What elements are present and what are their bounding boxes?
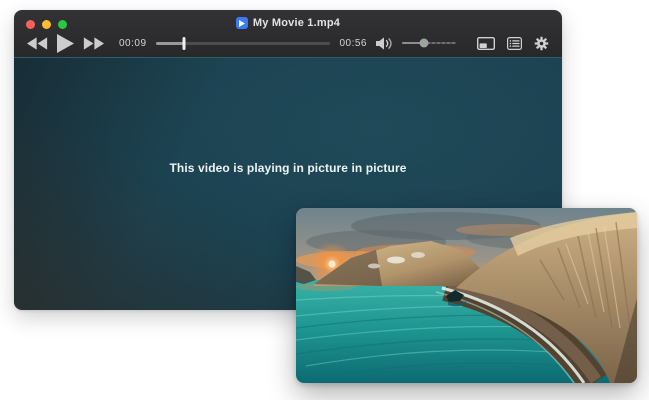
- volume-knob[interactable]: [419, 39, 428, 48]
- gear-icon: [534, 36, 549, 51]
- desktop-background: My Movie 1.mp4 00:09: [0, 0, 649, 400]
- volume-button[interactable]: [376, 37, 395, 50]
- zoom-button[interactable]: [58, 20, 67, 29]
- fast-forward-button[interactable]: [83, 37, 104, 50]
- playlist-icon: [507, 37, 522, 50]
- play-icon: [57, 34, 74, 53]
- pip-window[interactable]: [296, 208, 637, 383]
- pip-status-message: This video is playing in picture in pict…: [14, 161, 562, 175]
- playhead[interactable]: [182, 37, 185, 50]
- close-button[interactable]: [26, 20, 35, 29]
- pip-icon: [477, 37, 495, 50]
- playlist-button[interactable]: [507, 37, 522, 50]
- seek-slider[interactable]: [156, 36, 331, 50]
- rewind-button[interactable]: [27, 37, 48, 50]
- playback-controls: 00:09 00:56: [14, 30, 562, 56]
- play-button[interactable]: [57, 34, 74, 53]
- pip-button[interactable]: [477, 37, 495, 50]
- traffic-lights: [26, 20, 67, 29]
- video-file-icon: [236, 17, 248, 29]
- volume-slider[interactable]: [402, 37, 456, 49]
- titlebar: My Movie 1.mp4 00:09: [14, 10, 562, 57]
- fast-forward-icon: [83, 37, 104, 50]
- title-row: My Movie 1.mp4: [14, 10, 562, 30]
- pip-video-frame: [296, 208, 637, 383]
- seek-played: [156, 42, 184, 45]
- rewind-icon: [27, 37, 48, 50]
- window-title: My Movie 1.mp4: [253, 17, 340, 29]
- remaining-time: 00:56: [339, 38, 367, 49]
- elapsed-time: 00:09: [119, 38, 147, 49]
- volume-icon: [376, 37, 395, 50]
- settings-button[interactable]: [534, 36, 549, 51]
- title-group: My Movie 1.mp4: [236, 17, 340, 29]
- minimize-button[interactable]: [42, 20, 51, 29]
